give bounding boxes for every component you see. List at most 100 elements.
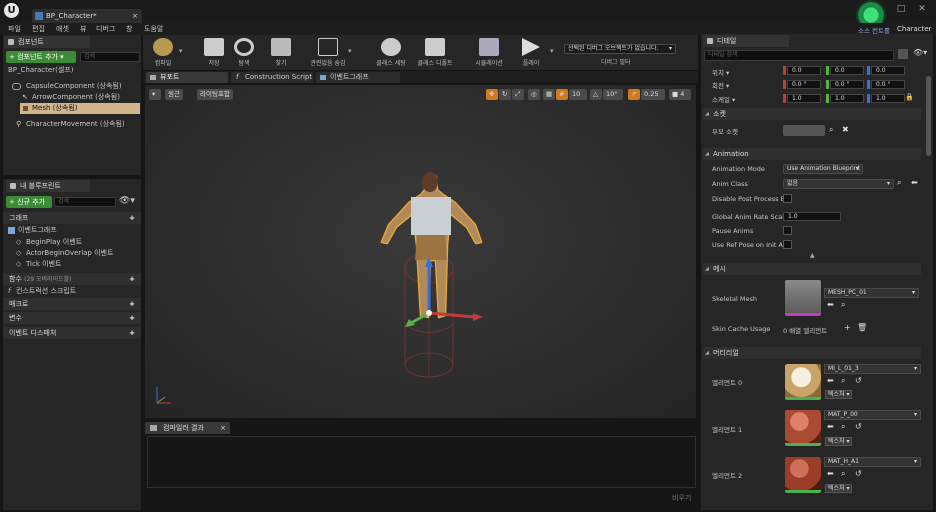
browse-material-icon[interactable]: ⌕ xyxy=(841,422,845,432)
use-selected-anim-icon[interactable]: ⬅ xyxy=(911,178,918,187)
event-item[interactable]: ◇ BeginPlay 이벤트 xyxy=(16,237,82,248)
find-button[interactable]: 찾기 xyxy=(265,37,297,69)
lock-scale-icon[interactable]: 🔒 xyxy=(905,93,914,101)
browse-material-icon[interactable]: ⌕ xyxy=(841,376,845,386)
section-graphs[interactable]: 그래프 + xyxy=(3,212,141,224)
expand-advanced-icon[interactable]: ▲ xyxy=(810,252,815,259)
camera-speed-button[interactable]: ■ 4 xyxy=(669,89,691,100)
add-function-icon[interactable]: + xyxy=(129,273,135,285)
textures-dropdown[interactable]: 텍스처 ▾ xyxy=(825,484,853,493)
add-macro-icon[interactable]: + xyxy=(129,298,135,310)
close-tab-icon[interactable]: × xyxy=(132,9,138,23)
browse-material-icon[interactable]: ⌕ xyxy=(841,469,845,479)
rotation-x-field[interactable]: 0.0 ° xyxy=(787,80,821,89)
reset-material-icon[interactable]: ↺ xyxy=(855,422,862,431)
class-defaults-button[interactable]: 클래스 디폴트 xyxy=(415,37,455,69)
search-anim-class-icon[interactable]: ⌕ xyxy=(897,178,901,188)
details-tab[interactable]: 디테일 xyxy=(703,35,789,47)
location-label[interactable]: 위치 ▾ xyxy=(712,67,729,77)
section-macros[interactable]: 매크로 + xyxy=(3,298,141,310)
skeletal-mesh-thumbnail[interactable] xyxy=(785,280,821,316)
material-dropdown[interactable]: MI_L_01_3 xyxy=(824,364,921,374)
grid-snap-icon[interactable]: # xyxy=(556,89,568,100)
components-tab[interactable]: 컴포넌트 xyxy=(4,36,90,48)
add-variable-icon[interactable]: + xyxy=(129,312,135,324)
event-item[interactable]: ◇ ActorBeginOverlap 이벤트 xyxy=(16,248,113,259)
play-button[interactable]: 플레이 xyxy=(515,37,547,69)
textures-dropdown[interactable]: 텍스처 ▾ xyxy=(825,390,853,399)
compile-button[interactable]: 컴파일 xyxy=(147,37,179,69)
compile-options-icon[interactable]: ▾ xyxy=(179,47,183,55)
add-new-button[interactable]: + 신규 추가 ▾ xyxy=(6,196,52,218)
menu-help[interactable]: 도움말 xyxy=(144,24,163,34)
parent-socket-field[interactable] xyxy=(783,125,825,136)
reset-material-icon[interactable]: ↺ xyxy=(855,469,862,478)
grid-snap-value[interactable]: 10 xyxy=(569,89,587,100)
menu-debug[interactable]: 디버그 xyxy=(96,24,115,34)
world-local-icon[interactable]: ◎ xyxy=(528,89,540,100)
rotation-snap-value[interactable]: 10° xyxy=(603,89,623,100)
component-arrow[interactable]: ↖ ArrowComponent (상속됨) xyxy=(20,92,120,103)
rotate-tool-icon[interactable]: ↻ xyxy=(499,89,511,100)
scale-label[interactable]: 스케일 ▾ xyxy=(712,94,735,104)
play-options-icon[interactable]: ▾ xyxy=(550,47,554,55)
document-tab[interactable]: BP_Character* × xyxy=(32,9,142,23)
scale-x-field[interactable]: 1.0 xyxy=(787,94,821,103)
section-variables[interactable]: 변수 + xyxy=(3,312,141,324)
details-search-input[interactable]: 디테일 검색 xyxy=(704,50,894,61)
menu-view[interactable]: 뷰 xyxy=(80,24,86,34)
location-z-field[interactable]: 0.0 xyxy=(871,66,905,75)
material-thumbnail[interactable] xyxy=(785,457,821,493)
disable-post-process-checkbox[interactable] xyxy=(783,194,792,203)
maximize-button[interactable]: □ xyxy=(893,3,909,15)
use-selected-mesh-icon[interactable]: ⬅ xyxy=(827,300,834,309)
compiler-results-tab[interactable]: 컴파일러 결과 × xyxy=(145,422,230,434)
menu-window[interactable]: 창 xyxy=(126,24,132,34)
animation-mode-dropdown[interactable]: Use Animation Blueprint xyxy=(783,164,863,174)
class-settings-button[interactable]: 클래스 세팅 xyxy=(371,37,411,69)
add-component-button[interactable]: + 컴포넌트 추가 ▾ xyxy=(6,51,76,63)
construction-script-item[interactable]: f 컨스트럭션 스크립트 xyxy=(8,286,76,297)
debug-object-dropdown[interactable]: 선택된 디버그 오브젝트가 없습니다. xyxy=(564,44,676,54)
tab-viewport[interactable]: 뷰포트 xyxy=(146,72,228,83)
simulate-button[interactable]: 시뮬레이션 xyxy=(471,37,507,69)
scale-snap-icon[interactable]: ↗ xyxy=(628,89,640,100)
rotation-y-field[interactable]: 0.0 ° xyxy=(830,80,864,89)
hide-unrelated-button[interactable]: 관련없음 숨김 xyxy=(307,37,349,69)
components-search-input[interactable]: 검색 xyxy=(80,52,140,62)
viewport-options-button[interactable]: ▾ xyxy=(149,89,161,100)
hide-unrelated-options-icon[interactable]: ▾ xyxy=(348,47,352,55)
component-capsule[interactable]: CapsuleComponent (상속됨) xyxy=(10,81,122,92)
event-graph-item[interactable]: 이벤트그래프 xyxy=(8,225,57,236)
section-animation[interactable]: Animation xyxy=(703,148,921,160)
browse-mesh-icon[interactable]: ⌕ xyxy=(841,300,845,310)
perspective-button[interactable]: 원근 xyxy=(165,89,183,100)
location-x-field[interactable]: 0.0 xyxy=(787,66,821,75)
scale-z-field[interactable]: 1.0 xyxy=(871,94,905,103)
textures-dropdown[interactable]: 텍스처 ▾ xyxy=(825,437,853,446)
translate-tool-icon[interactable]: ✥ xyxy=(486,89,498,100)
section-event-dispatchers[interactable]: 이벤트 디스패처 + xyxy=(3,327,141,339)
add-dispatcher-icon[interactable]: + xyxy=(129,327,135,339)
rotation-snap-icon[interactable]: △ xyxy=(590,89,602,100)
surface-snap-icon[interactable]: ▦ xyxy=(543,89,555,100)
add-element-icon[interactable]: + xyxy=(844,323,851,332)
use-selected-material-icon[interactable]: ⬅ xyxy=(827,469,834,478)
anim-class-dropdown[interactable]: 없음 xyxy=(783,179,894,189)
section-sockets[interactable]: 소켓 xyxy=(703,108,921,120)
use-selected-material-icon[interactable]: ⬅ xyxy=(827,376,834,385)
search-socket-icon[interactable]: ⌕ xyxy=(829,125,833,135)
section-functions[interactable]: 함수 (29 오버라이드블) + xyxy=(3,273,141,285)
event-item[interactable]: ◇ Tick 이벤트 xyxy=(16,259,61,270)
section-mesh[interactable]: 메시 xyxy=(703,263,921,275)
viewport[interactable]: ▾ 원근 라이팅포함 ✥ ↻ ⤢ ◎ ▦ # 10 △ 10° ↗ 0.25 ■… xyxy=(145,85,696,418)
menu-asset[interactable]: 애셋 xyxy=(56,24,69,34)
clear-compiler-button[interactable]: 비우기 xyxy=(672,493,691,503)
save-button[interactable]: 저장 xyxy=(198,37,230,69)
add-graph-icon[interactable]: + xyxy=(129,212,135,224)
property-matrix-icon[interactable] xyxy=(898,49,908,59)
reset-material-icon[interactable]: ↺ xyxy=(855,376,862,385)
rotation-label[interactable]: 회전 ▾ xyxy=(712,80,729,90)
delete-elements-icon[interactable]: 🗑 xyxy=(857,323,867,332)
tab-construction-script[interactable]: f Construction Script xyxy=(231,72,313,83)
